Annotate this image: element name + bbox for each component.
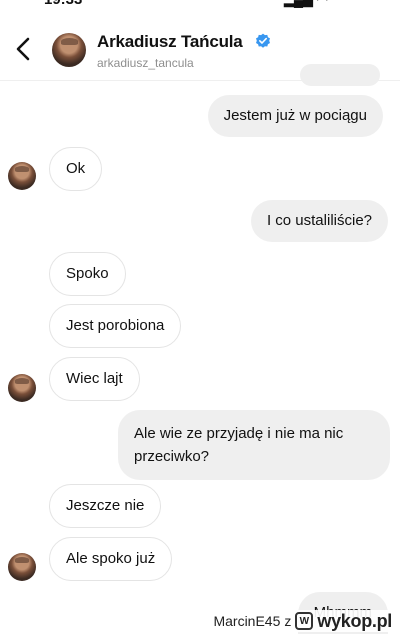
watermark-connector: z bbox=[284, 613, 292, 629]
status-time: 19:33 bbox=[44, 0, 82, 8]
status-icons: ▂▄▆ ◠ bbox=[284, 0, 328, 8]
verified-badge-icon bbox=[256, 33, 270, 48]
message-avatar[interactable] bbox=[8, 374, 36, 402]
message-bubble[interactable]: I co ustaliliście? bbox=[250, 200, 388, 242]
message-bubble[interactable]: Jest porobiona bbox=[49, 304, 182, 348]
message-avatar[interactable] bbox=[8, 553, 36, 581]
message-avatar[interactable] bbox=[8, 162, 36, 190]
watermark-site: wykop.pl bbox=[317, 610, 392, 631]
message-bubble[interactable]: Jestem już w pociągu bbox=[207, 95, 383, 137]
message-bubble[interactable]: Ale wie ze przyjadę i nie ma nic przeciw… bbox=[118, 410, 390, 480]
message-bubble[interactable]: Ale spoko już bbox=[49, 537, 173, 581]
message-bubble[interactable]: Spoko bbox=[49, 252, 126, 296]
wykop-logo-icon: W bbox=[295, 612, 314, 630]
contact-name[interactable]: Arkadiusz Tańcula bbox=[97, 32, 243, 52]
status-bar: 19:33 ▂▄▆ ◠ bbox=[0, 0, 400, 10]
chevron-left-icon[interactable] bbox=[12, 35, 36, 63]
watermark: MarcinE45 z W wykop.pl bbox=[211, 610, 394, 632]
message-bubble[interactable]: Jeszcze nie bbox=[49, 484, 162, 528]
previous-message-edge bbox=[300, 64, 380, 86]
contact-username[interactable]: arkadiusz_tancula bbox=[97, 56, 194, 70]
message-bubble[interactable]: Wiec lajt bbox=[49, 357, 140, 401]
avatar[interactable] bbox=[52, 33, 86, 67]
watermark-author: MarcinE45 bbox=[213, 613, 281, 629]
message-bubble[interactable]: Ok bbox=[49, 147, 103, 191]
